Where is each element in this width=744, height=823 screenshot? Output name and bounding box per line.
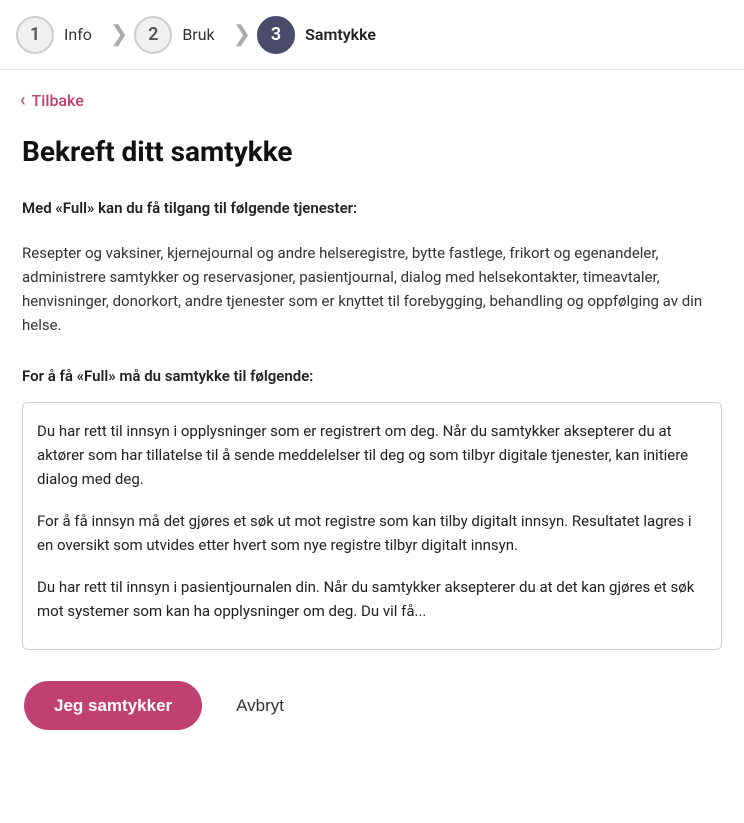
step-2-label: Bruk (182, 25, 214, 44)
consent-button[interactable]: Jeg samtykker (24, 681, 202, 730)
step-1-circle: 1 (16, 16, 54, 54)
page-title: Bekreft ditt samtykke (22, 135, 722, 169)
step-arrow-2: ❯ (233, 24, 251, 46)
step-arrow-1: ❯ (110, 24, 128, 46)
scroll-box[interactable]: Du har rett til innsyn i opplysninger so… (22, 402, 722, 650)
step-3-circle: 3 (257, 16, 295, 54)
stepper-bar: 1 Info ❯ 2 Bruk ❯ 3 Samtykke (0, 0, 744, 70)
scroll-paragraph-2: For å få innsyn må det gjøres et søk ut … (37, 509, 707, 557)
step-3-label: Samtykke (305, 25, 376, 44)
main-content: Bekreft ditt samtykke Med «Full» kan du … (0, 121, 744, 752)
step-1-number: 1 (30, 24, 40, 45)
step-2-number: 2 (148, 24, 158, 45)
step-1-label: Info (64, 25, 92, 44)
step-3: 3 Samtykke (257, 16, 388, 54)
back-link[interactable]: ‹ Tilbake (0, 70, 744, 121)
step-1: 1 Info (16, 16, 104, 54)
button-row: Jeg samtykker Avbryt (22, 680, 722, 732)
scroll-paragraph-3: Du har rett til innsyn i pasientjournale… (37, 575, 707, 623)
condition-label: For å få «Full» må du samtykke til følge… (22, 365, 722, 388)
intro-text: Med «Full» kan du få tilgang til følgend… (22, 197, 722, 220)
scroll-paragraph-1: Du har rett til innsyn i opplysninger so… (37, 419, 707, 491)
step-2: 2 Bruk (134, 16, 226, 54)
step-2-circle: 2 (134, 16, 172, 54)
back-chevron-icon: ‹ (20, 90, 26, 111)
back-link-label: Tilbake (32, 91, 84, 110)
cancel-button[interactable]: Avbryt (226, 680, 294, 732)
step-3-number: 3 (271, 24, 281, 45)
body-text: Resepter og vaksiner, kjernejournal og a… (22, 241, 722, 337)
